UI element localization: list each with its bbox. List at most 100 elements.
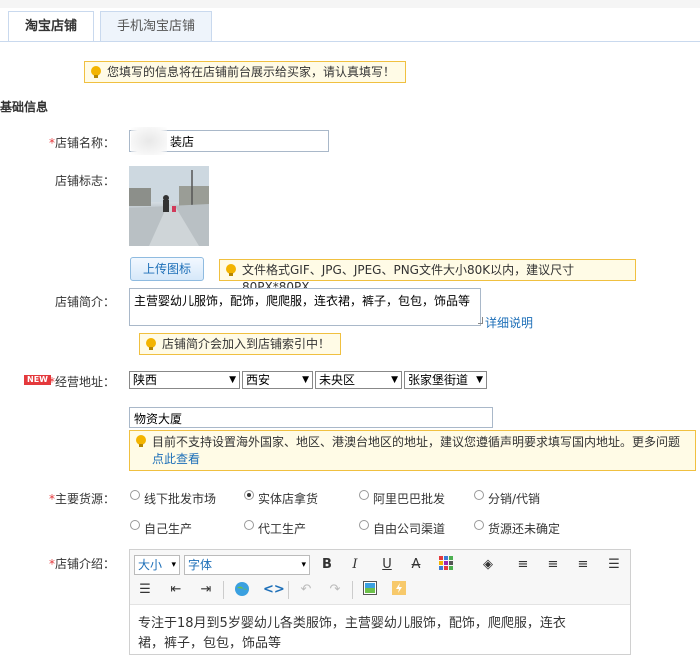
street-select[interactable]: 张家堡街道 ▼ (404, 371, 487, 389)
dropdown-arrow-icon: ▼ (302, 375, 309, 385)
bullet-list-icon[interactable]: ☰ (605, 556, 623, 574)
bookmark-bar (0, 0, 700, 8)
globe-glyph (235, 582, 249, 596)
toolbar-divider (288, 581, 289, 599)
notice-text: 您填写的信息将在店铺前台展示给买家，请认真填写！ (107, 65, 396, 79)
fill-color-icon[interactable]: ◈ (479, 556, 497, 574)
dropdown-arrow-icon: ▾ (301, 560, 306, 570)
editor-content[interactable]: 专注于18月到5岁婴幼儿各类服饰，主营婴幼儿服饰，配饰，爬爬服，连衣 裙，裤子，… (138, 614, 624, 654)
tab-taobao-shop[interactable]: 淘宝店铺 (8, 11, 94, 42)
lightbulb-icon (226, 264, 236, 276)
underline-icon[interactable]: U (378, 556, 396, 574)
label-text: 店铺名称： (54, 136, 115, 150)
source-option-label: 实体店拿货 (258, 492, 319, 506)
shop-logo-image (129, 166, 209, 246)
editor-line: 裙，裤子，包包，饰品等 (138, 636, 282, 651)
textarea-value: 主营婴幼儿服饰，配饰，爬爬服，连衣裙，裤子，包包，饰品等 (134, 294, 471, 308)
numbered-list-icon[interactable]: ☰ (136, 581, 154, 599)
toolbar-border (130, 604, 630, 605)
toolbar-divider (352, 581, 353, 599)
province-select[interactable]: 陕西 ▼ (129, 371, 240, 389)
dropdown-arrow-icon: ▾ (171, 560, 176, 570)
tip-text: 店铺简介会加入到店铺索引中！ (162, 337, 331, 351)
select-value: 陕西 (133, 373, 158, 387)
notice-tip: 您填写的信息将在店铺前台展示给买家，请认真填写！ (84, 61, 406, 83)
district-select[interactable]: 未央区 ▼ (315, 371, 402, 389)
label-text: 店铺介绍： (54, 557, 115, 571)
toolbar-divider (223, 581, 224, 599)
source-radio-self-produce[interactable] (130, 520, 140, 530)
dropdown-arrow-icon: ▼ (476, 375, 483, 385)
source-option-label: 线下批发市场 (144, 492, 217, 506)
dropdown-arrow-icon: ▼ (229, 375, 236, 385)
source-radio-distribution[interactable] (474, 490, 484, 500)
dropdown-arrow-icon: ▼ (391, 375, 398, 385)
description-editor: 大小 ▾ 字体 ▾ B I U A ◈ ≡ ≡ ≡ ☰ ☰ ⇤ ⇥ <> ↶ ↷ 专… (129, 549, 631, 655)
label-text: 经营地址： (54, 375, 115, 389)
tab-mobile-shop[interactable]: 手机淘宝店铺 (100, 11, 212, 41)
shop-logo-label: 店铺标志： (54, 174, 115, 188)
source-radio-oem[interactable] (244, 520, 254, 530)
redo-icon[interactable]: ↷ (326, 581, 344, 599)
tab-label: 手机淘宝店铺 (116, 19, 195, 34)
source-option-label: 自由公司渠道 (373, 522, 446, 536)
select-value: 西安 (246, 373, 271, 387)
indent-icon[interactable]: ⇥ (197, 581, 215, 599)
tip-text: 目前不支持设置海外国家、地区、港澳台地区的地址，建议您遵循声明要求填写国内地址。… (152, 435, 681, 449)
detail-link[interactable]: 详细说明 (485, 314, 533, 331)
font-family-select[interactable]: 字体 ▾ (184, 555, 310, 575)
source-radio-alibaba[interactable] (359, 490, 369, 500)
label-text: 主要货源： (54, 492, 115, 506)
align-left-icon[interactable]: ≡ (514, 556, 532, 574)
align-center-icon[interactable]: ≡ (544, 556, 562, 574)
source-option-label: 代工生产 (258, 522, 307, 536)
blurred-name-region (131, 127, 167, 155)
color-grid-icon[interactable] (438, 556, 456, 574)
insert-flash-icon[interactable] (390, 581, 408, 599)
source-option-label: 分销/代销 (488, 492, 541, 506)
source-option-label: 阿里巴巴批发 (373, 492, 446, 506)
tip-link[interactable]: 点此查看 (152, 452, 200, 466)
outdent-icon[interactable]: ⇤ (167, 581, 185, 599)
source-radio-undecided[interactable] (474, 520, 484, 530)
shop-intro-textarea[interactable]: 主营婴幼儿服饰，配饰，爬爬服，连衣裙，裤子，包包，饰品等 (129, 288, 481, 326)
address-label: *经营地址： (5, 373, 115, 390)
source-label: *主要货源： (5, 490, 115, 507)
source-option-label: 货源还未确定 (488, 522, 561, 536)
source-radio-store[interactable] (244, 490, 254, 500)
description-label: *店铺介绍： (5, 555, 115, 572)
input-value: 物资大厦 (134, 412, 183, 426)
insert-link-globe-icon[interactable] (233, 581, 251, 599)
logo-format-tip: 文件格式GIF、JPG、JPEG、PNG文件大小80K以内，建议尺寸80PX*8… (219, 259, 636, 294)
shop-name-label: *店铺名称： (5, 134, 115, 151)
editor-line: 专注于18月到5岁婴幼儿各类服饰，主营婴幼儿服饰，配饰，爬爬服，连衣 (138, 616, 566, 631)
flash-glyph (392, 581, 406, 595)
intro-index-tip: 店铺简介会加入到店铺索引中！ (139, 333, 341, 355)
upload-logo-button[interactable]: 上传图标 (130, 257, 204, 281)
address-detail-input[interactable]: 物资大厦 (129, 407, 493, 428)
source-option-label: 自己生产 (144, 522, 193, 536)
select-value: 未央区 (319, 373, 356, 387)
strikethrough-icon[interactable]: A (407, 556, 425, 574)
align-right-icon[interactable]: ≡ (574, 556, 592, 574)
select-value: 大小 (138, 558, 163, 572)
bold-icon[interactable]: B (318, 556, 336, 574)
font-size-select[interactable]: 大小 ▾ (134, 555, 180, 575)
tab-divider (0, 41, 700, 42)
shop-intro-label: 店铺简介： (54, 295, 115, 309)
lightbulb-icon (146, 338, 156, 350)
tab-label: 淘宝店铺 (24, 19, 77, 34)
section-title: 基础信息 (0, 100, 49, 114)
lightbulb-icon (91, 66, 101, 78)
logo-photo (129, 166, 209, 246)
source-code-icon[interactable]: <> (263, 581, 285, 599)
undo-icon[interactable]: ↶ (297, 581, 315, 599)
color-grid-glyph (439, 556, 453, 570)
resize-handle[interactable] (478, 317, 483, 324)
insert-image-icon[interactable] (361, 581, 379, 599)
lightbulb-icon (136, 435, 146, 447)
source-radio-wholesale[interactable] (130, 490, 140, 500)
source-radio-own-channel[interactable] (359, 520, 369, 530)
italic-icon[interactable]: I (346, 556, 364, 574)
city-select[interactable]: 西安 ▼ (242, 371, 313, 389)
